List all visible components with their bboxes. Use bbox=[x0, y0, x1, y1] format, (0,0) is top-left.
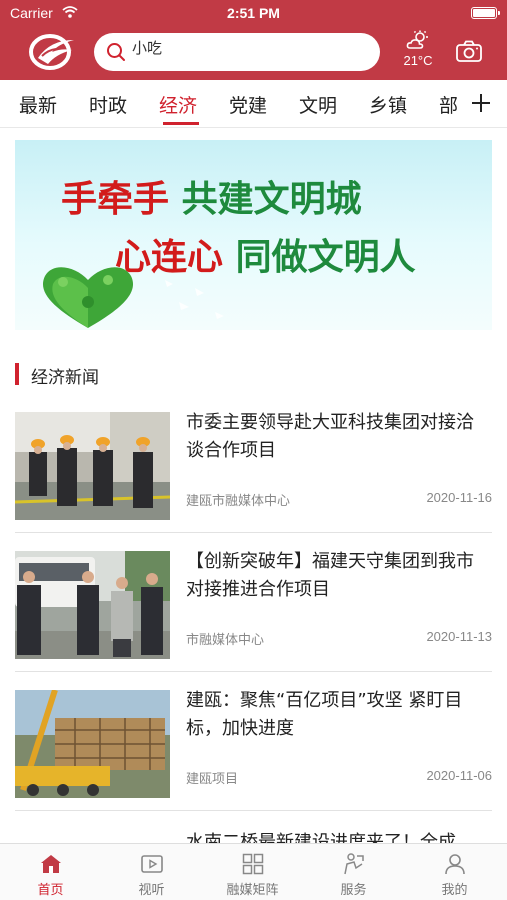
nav-video[interactable]: 视听 bbox=[101, 844, 202, 900]
add-channel-icon[interactable] bbox=[470, 92, 492, 114]
battery-icon bbox=[471, 7, 500, 19]
news-title: 【创新突破年】福建天守集团到我市对接推进合作项目 bbox=[186, 551, 474, 600]
banner-line-2-green: 同做文明人 bbox=[235, 236, 416, 278]
nav-home-label: 首页 bbox=[37, 883, 64, 898]
nav-video-label: 视听 bbox=[138, 883, 165, 898]
news-title: 市委主要领导赴大亚科技集团对接洽谈合作项目 bbox=[186, 412, 474, 461]
nav-profile-label: 我的 bbox=[441, 883, 468, 898]
news-date: 2020-11-13 bbox=[426, 629, 492, 644]
service-icon bbox=[344, 853, 364, 875]
news-item[interactable]: 建瓯：聚焦“百亿项目”攻坚 紧盯目标，加快进度 建瓯项目 2020-11-06 bbox=[15, 675, 492, 811]
nav-media-matrix[interactable]: 融媒矩阵 bbox=[202, 844, 303, 900]
section-accent-bar bbox=[15, 363, 19, 385]
bottom-nav: 首页 视听 融媒矩阵 服务 我的 bbox=[0, 843, 507, 900]
news-thumbnail bbox=[15, 412, 170, 520]
status-bar: Carrier 2:51 PM bbox=[0, 0, 507, 28]
search-input[interactable]: 小吃 bbox=[94, 33, 380, 71]
active-tab-indicator bbox=[163, 122, 199, 125]
nav-profile[interactable]: 我的 bbox=[404, 844, 505, 900]
news-thumbnail bbox=[15, 690, 170, 798]
video-icon bbox=[141, 855, 163, 873]
weather-widget[interactable]: 21°C bbox=[398, 30, 438, 74]
news-source: 市融媒体中心 bbox=[186, 633, 265, 648]
tab-departments[interactable]: 部 bbox=[439, 91, 458, 118]
temperature-label: 21°C bbox=[403, 53, 433, 68]
tab-latest[interactable]: 最新 bbox=[19, 91, 57, 118]
tab-politics[interactable]: 时政 bbox=[89, 91, 127, 118]
tab-party[interactable]: 党建 bbox=[229, 91, 267, 118]
banner-line-1-green: 共建文明城 bbox=[181, 178, 362, 220]
tab-civilization[interactable]: 文明 bbox=[299, 91, 337, 118]
promo-banner[interactable]: 手牵手 共建文明城 心连心 同做文明人 bbox=[15, 140, 492, 330]
home-icon bbox=[41, 855, 61, 873]
nav-services-label: 服务 bbox=[340, 883, 367, 898]
search-input-value: 小吃 bbox=[132, 39, 163, 57]
search-icon bbox=[107, 43, 125, 61]
news-date: 2020-11-16 bbox=[426, 490, 492, 505]
profile-icon bbox=[445, 854, 465, 875]
heart-tree-illustration bbox=[42, 267, 134, 328]
grid-icon bbox=[242, 853, 264, 875]
news-thumbnail bbox=[15, 551, 170, 659]
banner-line-1: 手牵手 共建文明城 bbox=[61, 170, 362, 222]
app-screen: Carrier 2:51 PM 小吃 21°C 最新 时政 经济 党建 文明 乡… bbox=[0, 0, 507, 900]
banner-line-1-red: 手牵手 bbox=[61, 178, 170, 220]
news-date: 2020-11-06 bbox=[426, 768, 492, 783]
news-title: 建瓯：聚焦“百亿项目”攻坚 紧盯目标，加快进度 bbox=[186, 690, 463, 739]
news-item[interactable]: 【创新突破年】福建天守集团到我市对接推进合作项目 市融媒体中心 2020-11-… bbox=[15, 536, 492, 672]
doves-illustration bbox=[165, 280, 224, 319]
news-source: 建瓯市融媒体中心 bbox=[186, 494, 291, 509]
news-item[interactable]: 市委主要领导赴大亚科技集团对接洽谈合作项目 建瓯市融媒体中心 2020-11-1… bbox=[15, 397, 492, 533]
nav-services[interactable]: 服务 bbox=[303, 844, 404, 900]
tab-towns[interactable]: 乡镇 bbox=[369, 91, 407, 118]
nav-home[interactable]: 首页 bbox=[0, 844, 101, 900]
app-logo-icon[interactable] bbox=[28, 34, 76, 70]
news-source: 建瓯项目 bbox=[186, 772, 239, 787]
camera-icon[interactable] bbox=[456, 40, 482, 62]
section-title: 经济新闻 bbox=[31, 368, 99, 388]
channel-tabs: 最新 时政 经济 党建 文明 乡镇 部 bbox=[0, 80, 507, 128]
partly-cloudy-icon bbox=[406, 30, 428, 49]
nav-media-matrix-label: 融媒矩阵 bbox=[226, 883, 279, 898]
app-header: Carrier 2:51 PM 小吃 21°C bbox=[0, 0, 507, 80]
status-time: 2:51 PM bbox=[227, 5, 280, 21]
tab-economy[interactable]: 经济 bbox=[159, 91, 197, 118]
